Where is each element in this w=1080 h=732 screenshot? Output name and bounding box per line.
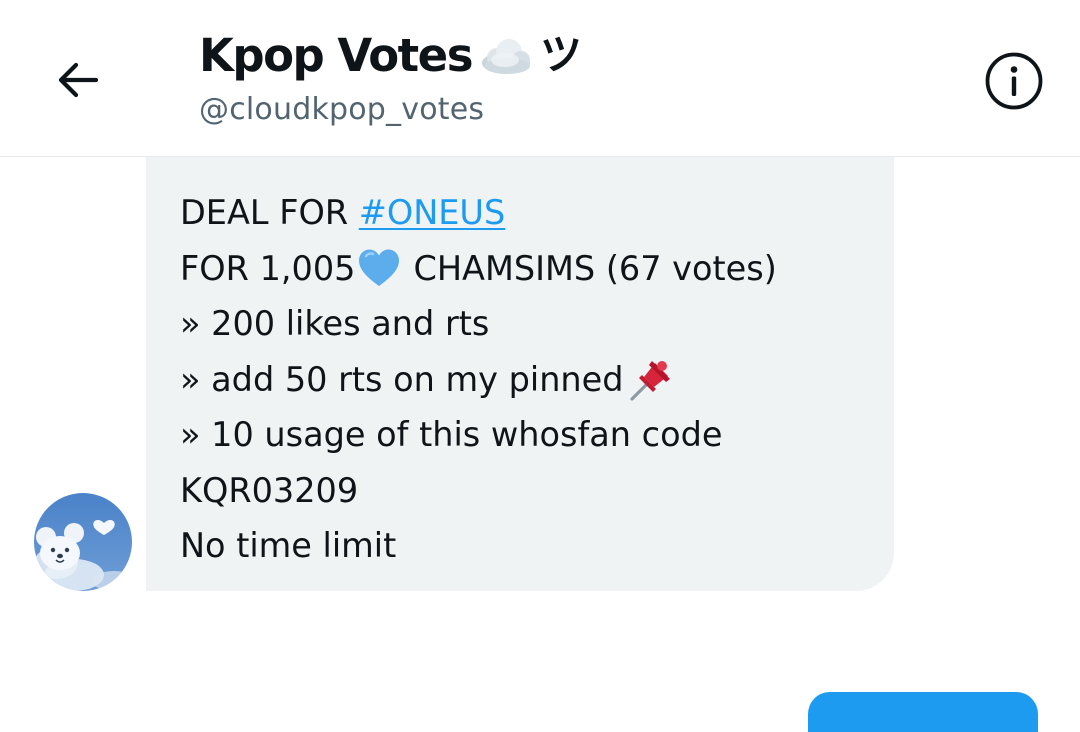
message-text-segment: » add 50 rts on my pinned — [180, 359, 624, 399]
title-suffix: ツ — [539, 30, 582, 79]
message-line: » 200 likes and rts — [180, 304, 490, 343]
sent-message-bubble[interactable] — [808, 692, 1038, 732]
message-line: » 10 usage of this whosfan code — [180, 415, 723, 454]
conversation-title-block[interactable]: Kpop Votes ツ @cloudkpop_votes — [199, 22, 582, 128]
received-message-bubble[interactable]: DEAL FOR #ONEUS FOR 1,005 CHAMSIMS (67 v… — [146, 157, 894, 591]
message-line: No time limit — [180, 526, 397, 565]
conversation-header: Kpop Votes ツ @cloudkpop_votes — [0, 0, 1080, 157]
arrow-left-icon — [58, 62, 99, 98]
message-text-segment: FOR 1,005 — [180, 248, 356, 288]
conversation-handle: @cloudkpop_votes — [199, 92, 485, 127]
avatar-image — [34, 493, 132, 591]
conversation-title: Kpop Votes — [199, 28, 473, 82]
blue-heart-icon — [359, 249, 400, 287]
message-line: KQR03209 — [180, 470, 359, 510]
message-text-segment: DEAL FOR — [180, 193, 359, 232]
cloud-emoji-icon — [481, 39, 530, 74]
title-row: Kpop Votes ツ — [199, 22, 582, 88]
message-line: FOR 1,005 CHAMSIMS (67 votes) — [180, 241, 777, 297]
message-line: DEAL FOR #ONEUS — [180, 185, 777, 241]
pushpin-icon — [629, 361, 670, 401]
message-line: » add 50 rts on my pinned — [180, 352, 777, 408]
hashtag-link[interactable]: #ONEUS — [359, 185, 505, 241]
back-button[interactable] — [46, 48, 110, 112]
message-text: DEAL FOR #ONEUS FOR 1,005 CHAMSIMS (67 v… — [180, 185, 777, 574]
avatar[interactable] — [34, 493, 132, 591]
message-text-segment: CHAMSIMS (67 votes) — [413, 248, 777, 288]
info-circle-icon[interactable] — [984, 51, 1044, 111]
